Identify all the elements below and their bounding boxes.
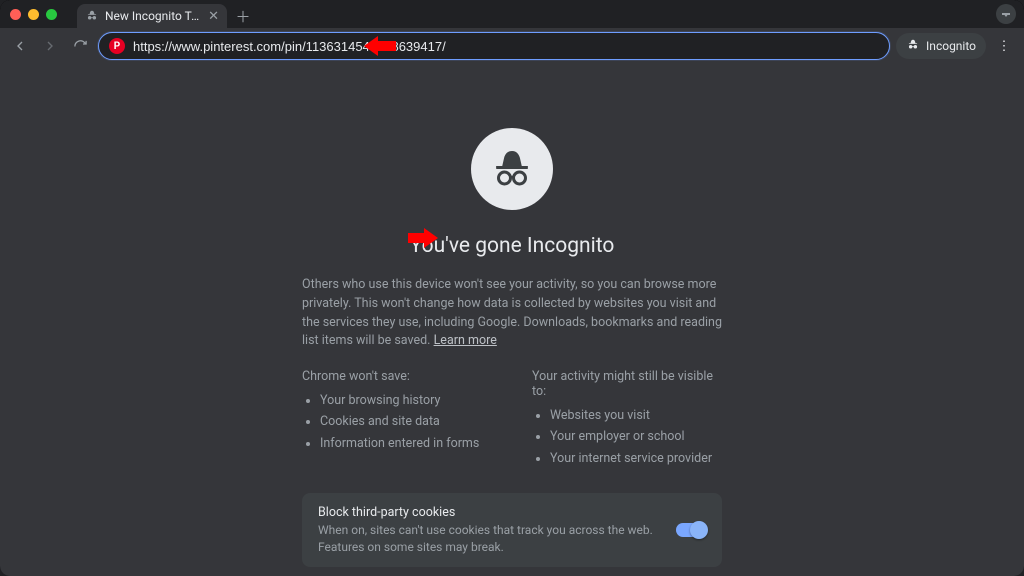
- window-traffic-lights: [10, 9, 57, 20]
- window-close-button[interactable]: [10, 9, 21, 20]
- column-wont-save: Chrome won't save: Your browsing history…: [302, 369, 492, 469]
- block-cookies-card: Block third-party cookies When on, sites…: [302, 493, 722, 568]
- window-expand-button[interactable]: [996, 4, 1016, 24]
- cookie-card-description: When on, sites can't use cookies that tr…: [318, 522, 660, 556]
- window-minimize-button[interactable]: [28, 9, 39, 20]
- list-item: Websites you visit: [550, 405, 722, 426]
- incognito-icon: [906, 38, 920, 55]
- new-tab-button[interactable]: ＋: [233, 6, 253, 26]
- page-description: Others who use this device won't see you…: [302, 276, 722, 351]
- list-item: Cookies and site data: [320, 411, 492, 432]
- incognito-chip-label: Incognito: [926, 39, 976, 53]
- page-headline: You've gone Incognito: [410, 234, 615, 258]
- nav-forward-button[interactable]: [38, 34, 62, 58]
- list-item: Your internet service provider: [550, 448, 722, 469]
- nav-back-button[interactable]: [8, 34, 32, 58]
- page-content: You've gone Incognito Others who use thi…: [0, 64, 1024, 576]
- nav-reload-button[interactable]: [68, 34, 92, 58]
- incognito-icon: [85, 9, 99, 23]
- list-item: Your browsing history: [320, 390, 492, 411]
- incognito-indicator-chip[interactable]: Incognito: [896, 33, 986, 59]
- annotation-arrow-url: [364, 36, 396, 56]
- tab-title: New Incognito Tab: [105, 9, 202, 23]
- column-head: Your activity might still be visible to:: [532, 369, 722, 399]
- list-item: Information entered in forms: [320, 433, 492, 454]
- incognito-hero-icon: [471, 128, 553, 210]
- tab-incognito[interactable]: New Incognito Tab ✕: [77, 4, 227, 28]
- learn-more-link[interactable]: Learn more: [434, 333, 497, 348]
- list-item: Your employer or school: [550, 426, 722, 447]
- cookie-card-title: Block third-party cookies: [318, 505, 660, 520]
- column-visible-to: Your activity might still be visible to:…: [532, 369, 722, 469]
- block-cookies-toggle[interactable]: [676, 523, 706, 537]
- info-columns: Chrome won't save: Your browsing history…: [302, 369, 722, 469]
- tab-close-icon[interactable]: ✕: [208, 10, 219, 23]
- browser-menu-button[interactable]: ⋮: [992, 34, 1016, 58]
- window-zoom-button[interactable]: [46, 9, 57, 20]
- url-input[interactable]: [133, 39, 879, 54]
- pinterest-icon: P: [109, 38, 125, 54]
- tab-strip: New Incognito Tab ✕ ＋: [77, 0, 253, 28]
- address-bar[interactable]: P: [98, 32, 890, 60]
- browser-toolbar: P Incognito ⋮: [0, 28, 1024, 64]
- window-titlebar: New Incognito Tab ✕ ＋: [0, 0, 1024, 28]
- annotation-arrow-headline: [408, 228, 438, 248]
- column-head: Chrome won't save:: [302, 369, 492, 384]
